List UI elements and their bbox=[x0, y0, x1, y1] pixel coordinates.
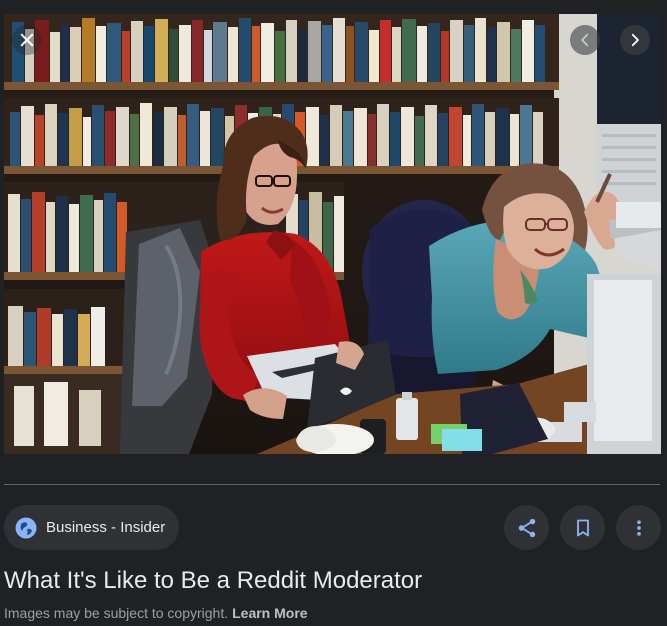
globe-icon bbox=[14, 516, 38, 540]
close-button[interactable] bbox=[12, 25, 42, 55]
share-icon bbox=[518, 518, 535, 537]
more-options-button[interactable] bbox=[616, 505, 661, 550]
learn-more-link[interactable]: Learn More bbox=[232, 605, 307, 621]
more-vert-icon bbox=[636, 519, 641, 536]
copyright-notice: Images may be subject to copyright. Learn… bbox=[4, 604, 308, 622]
copyright-text: Images may be subject to copyright. bbox=[4, 605, 229, 621]
section-divider bbox=[4, 484, 660, 485]
next-image-button[interactable] bbox=[620, 25, 650, 55]
preview-image[interactable] bbox=[4, 14, 661, 454]
chevron-right-icon bbox=[631, 33, 639, 47]
close-icon bbox=[20, 33, 34, 47]
previous-image-button[interactable] bbox=[570, 25, 600, 55]
image-title[interactable]: What It's Like to Be a Reddit Moderator bbox=[4, 566, 422, 596]
source-label: Business - Insider bbox=[46, 519, 166, 536]
bookmark-icon bbox=[576, 519, 589, 536]
image-viewer-panel: Business - Insider What It's Like to Be … bbox=[0, 0, 667, 626]
save-button[interactable] bbox=[560, 505, 605, 550]
share-button[interactable] bbox=[504, 505, 549, 550]
chevron-left-icon bbox=[581, 33, 589, 47]
source-link-button[interactable]: Business - Insider bbox=[4, 505, 180, 550]
